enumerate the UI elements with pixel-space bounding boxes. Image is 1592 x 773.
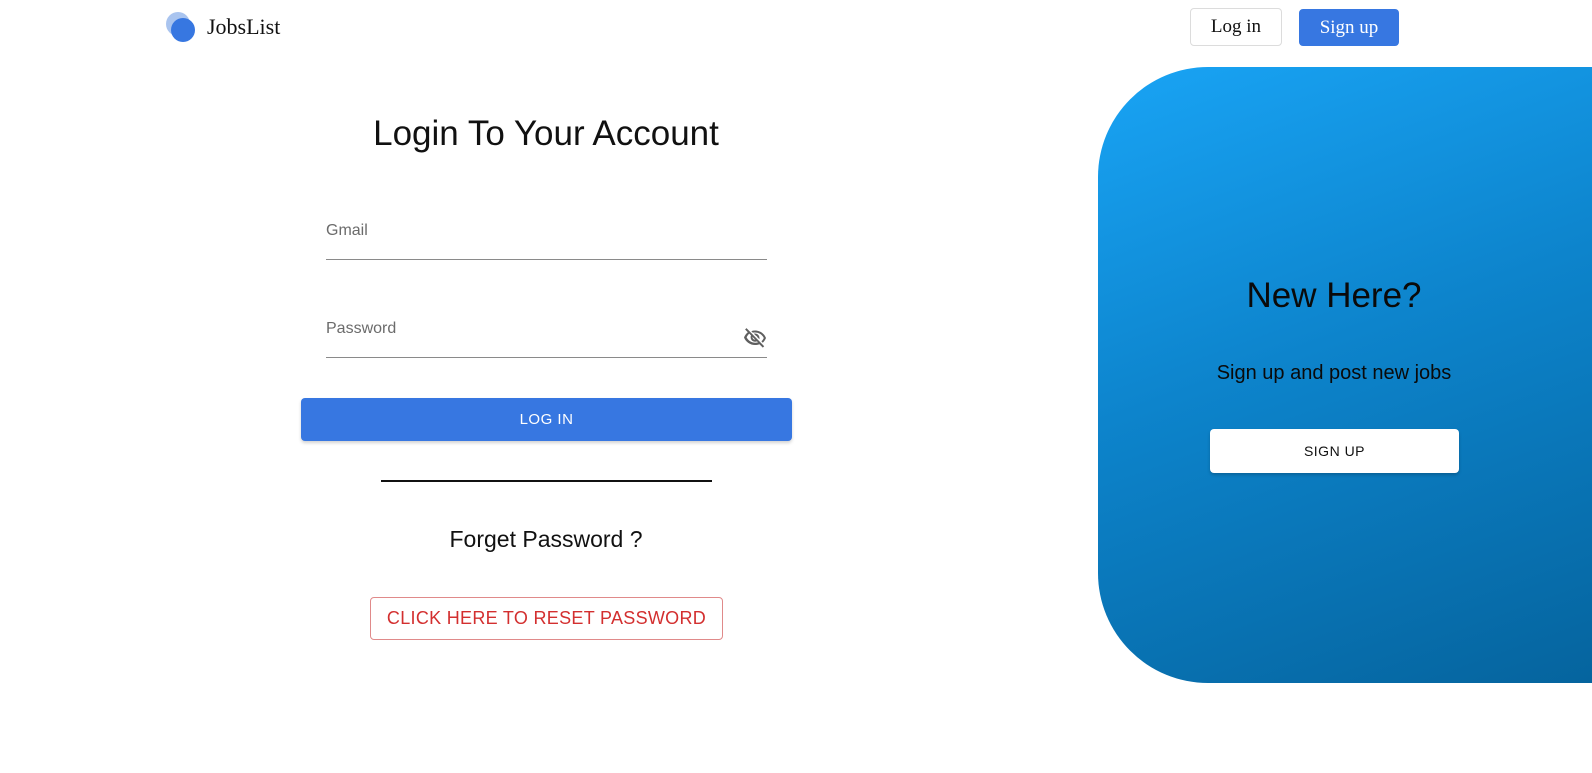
password-input[interactable] xyxy=(326,320,726,338)
header-login-button[interactable]: Log in xyxy=(1190,8,1282,46)
brand-name: JobsList xyxy=(207,14,281,39)
header-signup-button[interactable]: Sign up xyxy=(1299,9,1399,46)
reset-password-button[interactable]: CLICK HERE TO RESET PASSWORD xyxy=(370,597,723,640)
forget-password-text: Forget Password ? xyxy=(449,526,643,552)
page: JobsList Log in Sign up Login To Your Ac… xyxy=(0,0,1592,773)
password-field xyxy=(326,320,767,358)
divider xyxy=(381,480,712,482)
login-button[interactable]: LOG IN xyxy=(301,398,792,441)
page-title: Login To Your Account xyxy=(373,114,719,153)
eye-off-icon[interactable] xyxy=(743,326,767,350)
logo-icon xyxy=(166,12,196,42)
panel-subtitle: Sign up and post new jobs xyxy=(1216,362,1452,384)
gmail-input[interactable] xyxy=(326,222,767,240)
gmail-field xyxy=(326,222,767,260)
brand[interactable]: JobsList xyxy=(166,12,280,42)
panel-signup-button[interactable]: SIGN UP xyxy=(1210,429,1459,473)
panel-title: New Here? xyxy=(1246,276,1422,315)
